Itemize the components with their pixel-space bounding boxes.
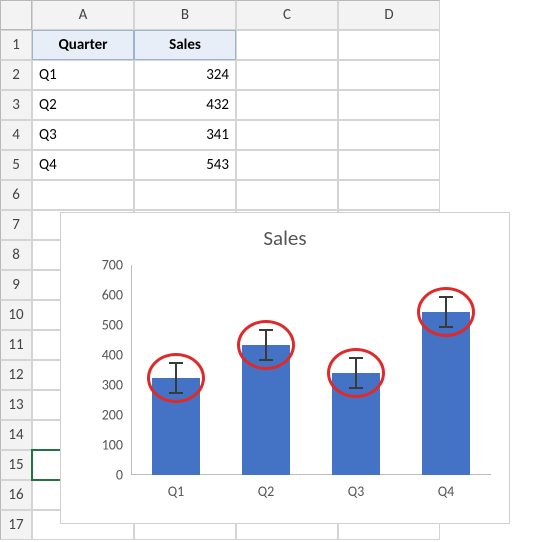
chart-error-cap (439, 296, 453, 298)
chart-error-cap (259, 329, 273, 331)
row-header-12[interactable]: 12 (0, 360, 32, 390)
cell-A5[interactable]: Q4 (32, 150, 134, 180)
row-header-1[interactable]: 1 (0, 30, 32, 60)
chart-error-cap (439, 326, 453, 328)
cell-C1[interactable] (236, 30, 338, 60)
chart-error-bar (445, 297, 447, 327)
row-header-9[interactable]: 9 (0, 270, 32, 300)
chart-y-tick: 600 (102, 287, 123, 304)
chart-title: Sales (61, 225, 509, 251)
row-header-11[interactable]: 11 (0, 330, 32, 360)
row-header-17[interactable]: 17 (0, 510, 32, 540)
cell-B3[interactable]: 432 (134, 90, 236, 120)
cell-D3[interactable] (338, 90, 440, 120)
row-header-4[interactable]: 4 (0, 120, 32, 150)
col-header-A[interactable]: A (32, 0, 134, 30)
chart-bar[interactable] (422, 312, 470, 475)
cell-A2[interactable]: Q1 (32, 60, 134, 90)
row-header-13[interactable]: 13 (0, 390, 32, 420)
chart-x-category: Q2 (258, 483, 275, 500)
chart-error-bar (265, 330, 267, 360)
chart-y-tick: 700 (102, 257, 123, 274)
row-header-16[interactable]: 16 (0, 480, 32, 510)
row-header-10[interactable]: 10 (0, 300, 32, 330)
cell-C4[interactable] (236, 120, 338, 150)
chart-y-axis: 0100200300400500600700 (85, 265, 131, 475)
chart-plot-area[interactable]: 0100200300400500600700 Q1Q2Q3Q4 (131, 265, 491, 475)
chart-x-category: Q1 (168, 483, 185, 500)
row-header-3[interactable]: 3 (0, 90, 32, 120)
cell-D6[interactable] (338, 180, 440, 210)
row-header-2[interactable]: 2 (0, 60, 32, 90)
cell-B5[interactable]: 543 (134, 150, 236, 180)
chart-y-axis-line (131, 265, 132, 475)
row-header-8[interactable]: 8 (0, 240, 32, 270)
row-header-5[interactable]: 5 (0, 150, 32, 180)
chart-y-tick: 100 (102, 437, 123, 454)
chart-error-cap (169, 392, 183, 394)
chart-error-bar (355, 358, 357, 388)
select-all-corner[interactable] (0, 0, 32, 30)
cell-B4[interactable]: 341 (134, 120, 236, 150)
chart-error-cap (169, 362, 183, 364)
cell-D4[interactable] (338, 120, 440, 150)
chart-y-tick: 300 (102, 377, 123, 394)
chart-error-cap (259, 359, 273, 361)
cell-B2[interactable]: 324 (134, 60, 236, 90)
row-header-15[interactable]: 15 (0, 450, 32, 480)
row-header-7[interactable]: 7 (0, 210, 32, 240)
col-header-B[interactable]: B (134, 0, 236, 30)
chart-x-category: Q3 (348, 483, 365, 500)
col-header-C[interactable]: C (236, 0, 338, 30)
row-header-6[interactable]: 6 (0, 180, 32, 210)
chart-error-cap (349, 387, 363, 389)
chart-y-tick: 0 (116, 467, 123, 484)
cell-C5[interactable] (236, 150, 338, 180)
cell-A4[interactable]: Q3 (32, 120, 134, 150)
cell-C3[interactable] (236, 90, 338, 120)
cell-C2[interactable] (236, 60, 338, 90)
chart-y-tick: 400 (102, 347, 123, 364)
cell-D5[interactable] (338, 150, 440, 180)
cell-B6[interactable] (134, 180, 236, 210)
chart-error-bar (175, 363, 177, 393)
chart-bar[interactable] (242, 345, 290, 475)
col-header-D[interactable]: D (338, 0, 440, 30)
cell-B1[interactable]: Sales (134, 30, 236, 60)
chart-y-tick: 500 (102, 317, 123, 334)
cell-A6[interactable] (32, 180, 134, 210)
cell-D1[interactable] (338, 30, 440, 60)
cell-D2[interactable] (338, 60, 440, 90)
embedded-chart[interactable]: Sales 0100200300400500600700 Q1Q2Q3Q4 (60, 212, 510, 524)
chart-x-category: Q4 (438, 483, 455, 500)
chart-y-tick: 200 (102, 407, 123, 424)
cell-A1[interactable]: Quarter (32, 30, 134, 60)
cell-A3[interactable]: Q2 (32, 90, 134, 120)
chart-error-cap (349, 357, 363, 359)
cell-C6[interactable] (236, 180, 338, 210)
row-header-14[interactable]: 14 (0, 420, 32, 450)
